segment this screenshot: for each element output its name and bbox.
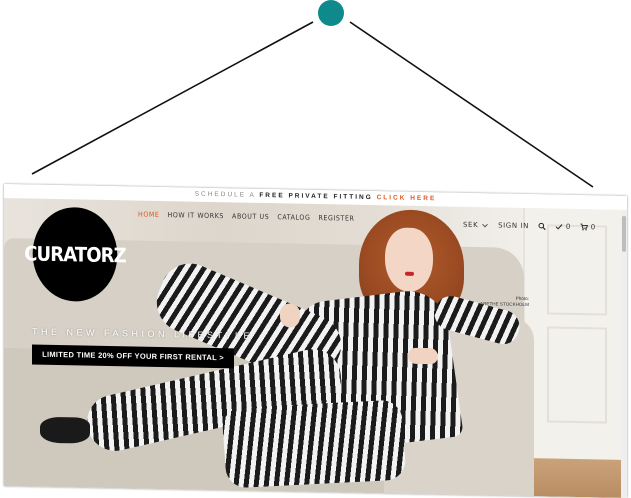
pin (318, 0, 344, 26)
model-shoe (40, 416, 90, 444)
photo-credit: Photo: ARETHE STOCKHOLM (480, 295, 529, 308)
cart-button[interactable]: 0 (580, 223, 596, 231)
main-nav: HOME HOW IT WORKS ABOUT US CATALOG REGIS… (138, 211, 355, 223)
website-screenshot: SCHEDULE A FREE PRIVATE FITTING CLICK HE… (4, 184, 627, 498)
scrollbar-thumb[interactable] (622, 215, 626, 252)
chevron-down-icon (482, 223, 488, 228)
search-icon[interactable] (538, 222, 546, 231)
nav-home[interactable]: HOME (138, 211, 160, 219)
nav-catalog[interactable]: CATALOG (277, 213, 310, 222)
nav-register[interactable]: REGISTER (318, 214, 354, 223)
nav-how-it-works[interactable]: HOW IT WORKS (168, 211, 225, 220)
announcement-prefix: SCHEDULE A (194, 190, 256, 199)
announcement-cta-link[interactable]: CLICK HERE (377, 194, 437, 202)
model-face (385, 227, 433, 293)
brand-logo[interactable]: CURATORZ (24, 206, 126, 303)
signin-link[interactable]: SIGN IN (498, 221, 529, 230)
cart-icon (580, 223, 588, 231)
hero-banner: CURATORZ HOME HOW IT WORKS ABOUT US CATA… (4, 198, 621, 498)
promo-button[interactable]: LIMITED TIME 20% OFF YOUR FIRST RENTAL > (32, 344, 234, 369)
currency-label: SEK (463, 220, 479, 230)
wishlist-count: 0 (565, 222, 571, 231)
check-icon (555, 224, 563, 230)
account-nav: SEK SIGN IN 0 0 (463, 221, 596, 232)
nav-about-us[interactable]: ABOUT US (232, 212, 269, 221)
currency-select[interactable]: SEK (463, 221, 489, 230)
background-door (523, 207, 621, 460)
wishlist-button[interactable]: 0 (555, 223, 571, 231)
scrollbar[interactable] (621, 209, 627, 498)
background-floor (525, 458, 621, 498)
cart-count: 0 (590, 223, 596, 232)
hanging-wires (31, 21, 594, 188)
announcement-strong: FREE PRIVATE FITTING (259, 191, 373, 202)
